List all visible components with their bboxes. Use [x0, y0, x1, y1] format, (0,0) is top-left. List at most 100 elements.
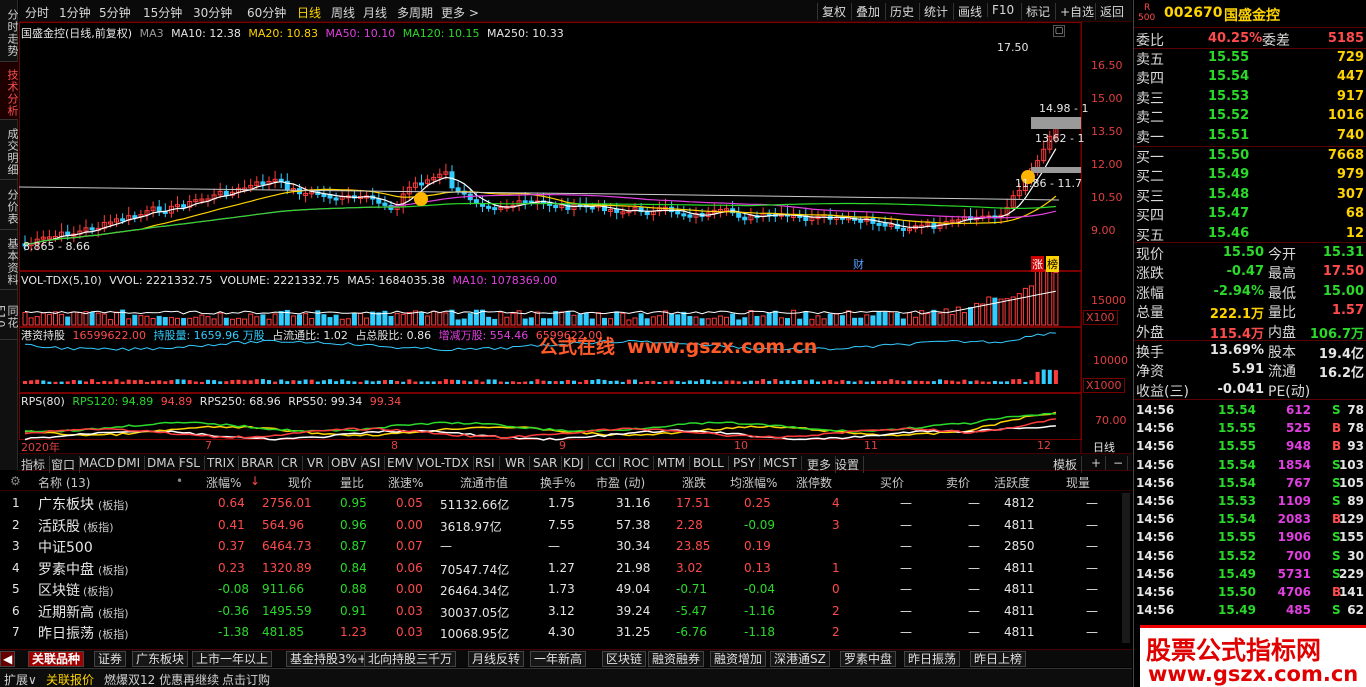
table-row[interactable]: 7 昨日振荡 (板指) -1.38 481.85 1.23 0.03 10068.95亿 4.3… [0, 622, 1132, 644]
bottom-tab-4[interactable]: 基金持股3%+ [286, 651, 372, 667]
bottom-tab-1[interactable]: 证券 [94, 651, 127, 667]
table-row[interactable]: 4 罗素中盘 (板指) 0.23 1320.89 0.84 0.06 70547.74亿 1.2… [0, 558, 1132, 580]
tab-technical-analysis[interactable]: 技术分析 [0, 62, 19, 120]
indicator-tab-17[interactable]: KDJ [563, 456, 589, 470]
indicator-tab-7[interactable]: BRAR [241, 456, 279, 470]
period-1min[interactable]: 1分钟 [59, 4, 91, 21]
period-5min[interactable]: 5分钟 [99, 4, 131, 21]
indicator-tab-18[interactable]: CCI [595, 456, 621, 470]
asks-price[interactable]: 15.52 [1208, 108, 1249, 123]
tab-time-trend[interactable]: 分时走势 [0, 0, 19, 62]
period-fenshi[interactable]: 分时 [25, 4, 49, 21]
col-pe[interactable]: 市盈 (动) [596, 474, 645, 491]
overlay-button[interactable]: 叠加 [851, 3, 880, 20]
f10-button[interactable]: F10 [987, 3, 1014, 17]
period-multi[interactable]: 多周期 [397, 4, 433, 21]
tab-price-table[interactable]: 分价表 [0, 180, 19, 230]
site-banner[interactable]: 股票公式指标网 www.gszx.com.cn [1140, 625, 1366, 687]
bottom-tab-9[interactable]: 融资融券 [648, 651, 705, 667]
indicator-tab-12[interactable]: EMV [387, 456, 419, 470]
asks-price[interactable]: 15.54 [1208, 69, 1249, 84]
col-avg-change[interactable]: 均涨幅% [730, 474, 777, 491]
indicator-tab-macd[interactable]: MACD [79, 456, 120, 470]
col-bid[interactable]: 买价 [880, 474, 904, 491]
period-30min[interactable]: 30分钟 [193, 4, 232, 21]
bids-price[interactable]: 15.46 [1208, 226, 1249, 241]
table-row[interactable]: 1 广东板块 (板指) 0.64 2756.01 0.95 0.05 51132.66亿 1.7… [0, 493, 1132, 515]
col-change-pct[interactable]: 涨幅% [206, 474, 241, 491]
indicator-tab-13[interactable]: VOL-TDX [417, 456, 474, 470]
bottom-tab-5[interactable]: 北向持股三千万 [364, 651, 457, 667]
bottom-tab-8[interactable]: 区块链 [602, 651, 647, 667]
history-button[interactable]: 历史 [885, 3, 914, 20]
col-speed[interactable]: 涨速% [388, 474, 423, 491]
indicator-tab-22[interactable]: PSY [733, 456, 761, 470]
tab-trade-detail[interactable]: 成交明细 [0, 120, 19, 180]
expand-button[interactable]: 扩展∨ [4, 671, 37, 687]
col-name[interactable]: 名称 (13) [38, 474, 90, 491]
tab-f10[interactable]: 同花F10 [0, 290, 19, 340]
asks-price[interactable]: 15.55 [1208, 50, 1249, 65]
table-row[interactable]: 5 区块链 (板指) -0.08 911.66 0.88 0.00 26464.34亿 1.73… [0, 579, 1132, 601]
period-daily[interactable]: 日线 [297, 4, 321, 21]
bottom-tab-7[interactable]: 一年新高 [530, 651, 587, 667]
col-float-mv[interactable]: 流通市值 [460, 474, 508, 491]
tab-basic-info[interactable]: 基本资料 [0, 230, 19, 290]
add-favorite-button[interactable]: +自选 [1055, 3, 1094, 20]
period-60min[interactable]: 60分钟 [247, 4, 286, 21]
col-turnover[interactable]: 换手% [540, 474, 575, 491]
indicator-tab-16[interactable]: SAR [533, 456, 563, 470]
indicator-tab-10[interactable]: OBV [331, 456, 362, 470]
subscribe-link[interactable]: 点击订购 [222, 671, 270, 687]
billboard-event-icon[interactable]: 榜 [1046, 256, 1059, 272]
indicator-tab-14[interactable]: RSI [475, 456, 500, 470]
tabs-scroll-left-icon[interactable]: ◀ [0, 651, 16, 667]
indicator-tab-20[interactable]: MTM [657, 456, 691, 470]
indicator-tab-21[interactable]: BOLL [693, 456, 729, 470]
asks-price[interactable]: 15.53 [1208, 89, 1249, 104]
indicator-tab-11[interactable]: ASI [361, 456, 386, 470]
bottom-tab-13[interactable]: 昨日振荡 [904, 651, 961, 667]
bottom-tab-11[interactable]: 深港通SZ [770, 651, 830, 667]
bids-price[interactable]: 15.48 [1208, 187, 1249, 202]
back-button[interactable]: 返回 [1095, 3, 1124, 20]
settings-gear-icon[interactable]: ⚙ [10, 474, 21, 488]
indicator-tab-9[interactable]: VR [307, 456, 329, 470]
bottom-tab-2[interactable]: 广东板块 [132, 651, 189, 667]
col-current-vol[interactable]: 现量 [1066, 474, 1090, 491]
bottom-tab-3[interactable]: 上市一年以上 [192, 651, 273, 667]
chart-settings-icon[interactable]: ▢ [1053, 25, 1065, 37]
bids-price[interactable]: 15.50 [1208, 148, 1249, 163]
table-row[interactable]: 3 中证500 0.37 6464.73 0.87 0.07 — — 30.34 23.85 0.1… [0, 536, 1132, 558]
bottom-tab-0[interactable]: 关联品种 [28, 651, 85, 667]
bottom-tab-14[interactable]: 昨日上榜 [970, 651, 1027, 667]
table-row[interactable]: 6 近期新高 (板指) -0.36 1495.59 0.91 0.03 30037.05亿 3.… [0, 601, 1132, 623]
col-price[interactable]: 现价 [288, 474, 312, 491]
col-ask[interactable]: 卖价 [946, 474, 970, 491]
indicator-tab-5[interactable]: FSL [179, 456, 205, 470]
bottom-tab-6[interactable]: 月线反转 [468, 651, 525, 667]
indicator-tab-15[interactable]: WR [505, 456, 531, 470]
mark-button[interactable]: 标记 [1021, 3, 1050, 20]
indicator-tab-23[interactable]: MCST [763, 456, 802, 470]
indicator-tab-8[interactable]: CR [281, 456, 303, 470]
period-monthly[interactable]: 月线 [363, 4, 387, 21]
statistics-button[interactable]: 统计 [919, 3, 948, 20]
indicator-tab-4[interactable]: DMA [147, 456, 180, 470]
kline-chart-area[interactable]: 国盛金控(日线,前复权) MA3 MA10: 12.38 MA20: 10.83… [19, 22, 1132, 470]
asks-price[interactable]: 15.51 [1208, 128, 1249, 143]
finance-event-icon[interactable]: 财 [853, 256, 864, 272]
restore-rights-button[interactable]: 复权 [817, 3, 846, 20]
indicator-tab-19[interactable]: ROC [623, 456, 655, 470]
col-updown[interactable]: 涨跌 [682, 474, 706, 491]
bids-price[interactable]: 15.49 [1208, 167, 1249, 182]
table-row[interactable]: 2 活跃股 (板指) 0.41 564.96 0.96 0.00 3618.97亿 7.55 57… [0, 515, 1132, 537]
bids-price[interactable]: 15.47 [1208, 206, 1249, 221]
indicator-tab-6[interactable]: TRIX [207, 456, 240, 470]
indicator-tab-3[interactable]: DMI [117, 456, 146, 470]
table-scrollbar[interactable] [1122, 493, 1130, 643]
period-more[interactable]: 更多 > [441, 4, 479, 21]
draw-line-button[interactable]: 画线 [953, 3, 982, 20]
related-quote-button[interactable]: 关联报价 [46, 671, 94, 687]
period-15min[interactable]: 15分钟 [143, 4, 182, 21]
